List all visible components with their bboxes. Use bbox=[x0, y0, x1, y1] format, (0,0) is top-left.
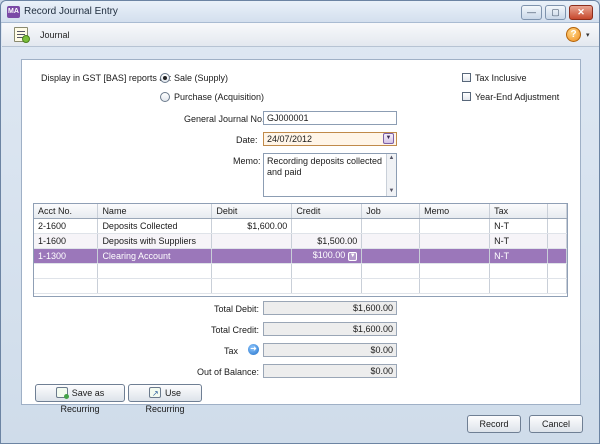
use-recurring-icon bbox=[148, 386, 161, 402]
cell-name[interactable]: Deposits with Suppliers bbox=[97, 233, 213, 249]
date-field[interactable]: 24/07/2012 bbox=[263, 132, 397, 146]
journal-no-label: General Journal No.: bbox=[184, 114, 268, 124]
tax-inclusive-label[interactable]: Tax Inclusive bbox=[475, 73, 527, 83]
cell-credit[interactable] bbox=[291, 218, 363, 234]
cell-memo[interactable] bbox=[419, 248, 491, 264]
app-icon: MA bbox=[7, 6, 20, 18]
cell-job[interactable] bbox=[361, 248, 421, 264]
table-row[interactable]: 2-1600 Deposits Collected $1,600.00 N-T bbox=[34, 218, 568, 234]
year-end-adjustment-checkbox[interactable] bbox=[462, 92, 471, 101]
col-header-acct-no[interactable]: Acct No. bbox=[34, 204, 99, 219]
tax-value: $0.00 bbox=[263, 343, 397, 357]
year-end-adjustment-label[interactable]: Year-End Adjustment bbox=[475, 92, 559, 102]
grid-header-row: Acct No. Name Debit Credit Job Memo Tax bbox=[34, 204, 568, 219]
cancel-button[interactable]: Cancel bbox=[529, 415, 583, 433]
cell-debit[interactable] bbox=[211, 233, 293, 249]
cell-name[interactable]: Clearing Account bbox=[97, 248, 213, 264]
cell-credit[interactable]: $1,500.00 bbox=[291, 233, 363, 249]
close-button[interactable]: ✕ bbox=[569, 5, 593, 20]
col-header-debit[interactable]: Debit bbox=[211, 204, 293, 219]
tax-inclusive-checkbox[interactable] bbox=[462, 73, 471, 82]
col-header-name[interactable]: Name bbox=[97, 204, 213, 219]
minimize-button[interactable]: — bbox=[521, 5, 542, 20]
window-title: Record Journal Entry bbox=[24, 6, 118, 17]
date-dropdown-icon[interactable]: ▼ bbox=[383, 133, 394, 144]
total-credit-label: Total Credit: bbox=[210, 325, 259, 335]
save-as-recurring-button[interactable]: Save as Recurring bbox=[35, 384, 125, 414]
cell-tax[interactable]: N-T bbox=[489, 233, 548, 249]
out-of-balance-value: $0.00 bbox=[263, 364, 397, 378]
col-header-memo[interactable]: Memo bbox=[419, 204, 491, 219]
scroll-down-icon[interactable]: ▼ bbox=[388, 188, 395, 195]
journal-no-field[interactable]: GJ000001 bbox=[263, 111, 397, 125]
memo-scrollbar[interactable]: ▲ ▼ bbox=[386, 154, 396, 196]
sale-option-label[interactable]: Sale (Supply) bbox=[174, 73, 228, 83]
col-header-tax[interactable]: Tax bbox=[489, 204, 548, 219]
col-header-credit[interactable]: Credit bbox=[291, 204, 363, 219]
total-debit-value: $1,600.00 bbox=[263, 301, 397, 315]
memo-line-2: and paid bbox=[267, 167, 302, 177]
cell-acct-no[interactable]: 1-1300 bbox=[34, 248, 99, 264]
table-row-empty[interactable] bbox=[34, 278, 568, 294]
total-credit-value: $1,600.00 bbox=[263, 322, 397, 336]
cell-spacer bbox=[547, 248, 568, 264]
cell-memo[interactable] bbox=[419, 218, 491, 234]
maximize-button[interactable]: ▢ bbox=[545, 5, 566, 20]
record-button[interactable]: Record bbox=[467, 415, 521, 433]
cell-memo[interactable] bbox=[419, 233, 491, 249]
table-row-selected[interactable]: 1-1300 Clearing Account $100.00 ▼ N-T bbox=[34, 248, 568, 264]
tax-label: Tax bbox=[223, 346, 238, 356]
cell-tax[interactable]: N-T bbox=[489, 218, 548, 234]
cell-acct-no[interactable]: 2-1600 bbox=[34, 218, 99, 234]
cell-credit[interactable]: $100.00 ▼ bbox=[291, 248, 363, 264]
memo-label: Memo: bbox=[233, 156, 261, 166]
cell-tax[interactable]: N-T bbox=[489, 248, 548, 264]
cell-spacer bbox=[547, 218, 568, 234]
col-header-job[interactable]: Job bbox=[361, 204, 421, 219]
cell-job[interactable] bbox=[361, 218, 421, 234]
cell-name[interactable]: Deposits Collected bbox=[97, 218, 213, 234]
gst-report-label: Display in GST [BAS] reports as: bbox=[41, 73, 172, 83]
help-icon[interactable]: ? bbox=[566, 27, 581, 42]
out-of-balance-label: Out of Balance: bbox=[196, 367, 259, 377]
help-menu-arrow-icon[interactable]: ▾ bbox=[586, 31, 590, 39]
sale-radio[interactable] bbox=[160, 73, 170, 83]
save-recurring-icon bbox=[55, 387, 69, 400]
table-row[interactable]: 1-1600 Deposits with Suppliers $1,500.00… bbox=[34, 233, 568, 249]
credit-dropdown-icon[interactable]: ▼ bbox=[348, 251, 358, 261]
cell-acct-no[interactable]: 1-1600 bbox=[34, 233, 99, 249]
table-row-empty[interactable] bbox=[34, 263, 568, 279]
total-debit-label: Total Debit: bbox=[213, 304, 259, 314]
col-header-spacer bbox=[547, 204, 568, 219]
title-bar[interactable]: MA Record Journal Entry — ▢ ✕ bbox=[1, 1, 599, 23]
memo-line-1: Recording deposits collected bbox=[267, 156, 383, 166]
memo-field[interactable]: Recording deposits collected and paid ▲ … bbox=[263, 153, 397, 197]
journal-icon bbox=[14, 27, 30, 43]
cell-debit[interactable]: $1,600.00 bbox=[211, 218, 293, 234]
date-label: Date: bbox=[236, 135, 258, 145]
cell-credit-value: $100.00 bbox=[312, 250, 346, 261]
purchase-option-label[interactable]: Purchase (Acquisition) bbox=[174, 92, 264, 102]
journal-lines-table: Acct No. Name Debit Credit Job Memo Tax … bbox=[34, 204, 568, 294]
cell-job[interactable] bbox=[361, 233, 421, 249]
use-recurring-button[interactable]: Use Recurring bbox=[128, 384, 202, 414]
purchase-radio[interactable] bbox=[160, 92, 170, 102]
tax-info-arrow-icon[interactable]: ➜ bbox=[248, 344, 259, 355]
scroll-up-icon[interactable]: ▲ bbox=[388, 155, 395, 162]
cell-debit[interactable] bbox=[211, 248, 293, 264]
toolbar: Journal ? ▾ bbox=[2, 23, 599, 47]
journal-label: Journal bbox=[40, 30, 70, 40]
journal-lines-grid: Acct No. Name Debit Credit Job Memo Tax … bbox=[33, 203, 568, 297]
cell-spacer bbox=[547, 233, 568, 249]
record-journal-entry-window: MA Record Journal Entry — ▢ ✕ Journal ? … bbox=[0, 0, 600, 444]
